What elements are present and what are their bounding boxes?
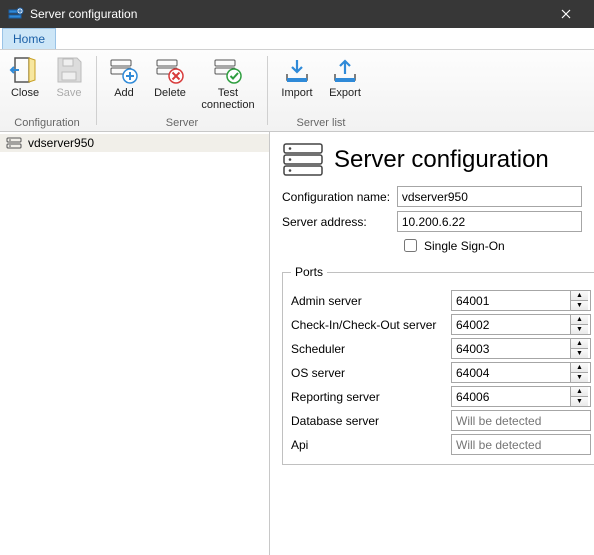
- server-address-field[interactable]: [397, 211, 582, 232]
- test-connection-button[interactable]: Test connection: [195, 52, 261, 111]
- window-close-button[interactable]: [546, 0, 586, 28]
- ribbon-separator: [267, 56, 268, 125]
- add-button[interactable]: Add: [103, 52, 145, 111]
- api-port-field: [451, 434, 591, 455]
- os-port-input[interactable]: [452, 363, 570, 382]
- label-report-port: Reporting server: [291, 390, 451, 404]
- admin-port-stepper[interactable]: ▲▼: [451, 290, 591, 311]
- tab-home[interactable]: Home: [2, 28, 56, 49]
- scheduler-port-input[interactable]: [452, 339, 570, 358]
- close-button[interactable]: Close: [4, 52, 46, 111]
- spin-down-icon[interactable]: ▼: [571, 301, 588, 310]
- window-title: Server configuration: [30, 7, 137, 21]
- label-db-port: Database server: [291, 414, 451, 428]
- export-button[interactable]: Export: [322, 52, 368, 111]
- server-check-icon: [212, 54, 244, 86]
- save-button: Save: [48, 52, 90, 111]
- ribbon-group-label-serverlist: Server list: [297, 117, 346, 131]
- tree-item[interactable]: vdserver950: [0, 134, 269, 152]
- main-panel: Server configuration Configuration name:…: [270, 132, 594, 555]
- door-exit-icon: [9, 54, 41, 86]
- server-tree[interactable]: vdserver950: [0, 132, 270, 555]
- delete-button[interactable]: Delete: [147, 52, 193, 111]
- label-config-name: Configuration name:: [282, 190, 397, 204]
- export-icon: [329, 54, 361, 86]
- cico-port-input[interactable]: [452, 315, 570, 334]
- ribbon-group-configuration: Close Save Configuration: [0, 50, 94, 131]
- ribbon-group-label-configuration: Configuration: [14, 117, 79, 131]
- label-server-address: Server address:: [282, 215, 397, 229]
- floppy-disk-icon: [53, 54, 85, 86]
- spin-up-icon[interactable]: ▲: [571, 339, 588, 349]
- label-api-port: Api: [291, 438, 451, 452]
- server-large-icon: [282, 142, 324, 178]
- label-sso: Single Sign-On: [424, 239, 505, 253]
- spin-down-icon[interactable]: ▼: [571, 397, 588, 406]
- server-add-icon: [108, 54, 140, 86]
- db-port-field: [451, 410, 591, 431]
- ribbon-group-serverlist: Import Export Server list: [270, 50, 372, 131]
- ribbon-separator: [96, 56, 97, 125]
- spin-down-icon[interactable]: ▼: [571, 325, 588, 334]
- label-cico-port: Check-In/Check-Out server: [291, 318, 451, 332]
- page-title: Server configuration: [334, 146, 549, 174]
- label-os-port: OS server: [291, 366, 451, 380]
- server-delete-icon: [154, 54, 186, 86]
- admin-port-input[interactable]: [452, 291, 570, 310]
- spin-up-icon[interactable]: ▲: [571, 363, 588, 373]
- ribbon-tabstrip: Home: [0, 28, 594, 50]
- spin-up-icon[interactable]: ▲: [571, 291, 588, 301]
- import-button[interactable]: Import: [274, 52, 320, 111]
- sso-checkbox[interactable]: [404, 239, 417, 252]
- os-port-stepper[interactable]: ▲▼: [451, 362, 591, 383]
- spin-down-icon[interactable]: ▼: [571, 349, 588, 358]
- server-icon: [6, 137, 22, 149]
- report-port-stepper[interactable]: ▲▼: [451, 386, 591, 407]
- spin-up-icon[interactable]: ▲: [571, 387, 588, 397]
- cico-port-stepper[interactable]: ▲▼: [451, 314, 591, 335]
- tree-item-label: vdserver950: [28, 136, 94, 150]
- close-icon: [561, 9, 571, 19]
- import-icon: [281, 54, 313, 86]
- ribbon-group-label-server: Server: [166, 117, 198, 131]
- ports-legend: Ports: [291, 265, 327, 279]
- ribbon: Close Save Configuration Add: [0, 50, 594, 132]
- report-port-input[interactable]: [452, 387, 570, 406]
- ports-group: Ports Admin server ▲▼ Check-In/Check-Out…: [282, 265, 594, 465]
- titlebar: Server configuration: [0, 0, 594, 28]
- config-name-field[interactable]: [397, 186, 582, 207]
- scheduler-port-stepper[interactable]: ▲▼: [451, 338, 591, 359]
- body: vdserver950 Server configuration Configu…: [0, 132, 594, 555]
- ribbon-group-server: Add Delete Test connection Server: [99, 50, 265, 131]
- label-sched-port: Scheduler: [291, 342, 451, 356]
- spin-up-icon[interactable]: ▲: [571, 315, 588, 325]
- app-icon: [8, 6, 24, 22]
- panel-header: Server configuration: [282, 142, 582, 178]
- spin-down-icon[interactable]: ▼: [571, 373, 588, 382]
- label-admin-port: Admin server: [291, 294, 451, 308]
